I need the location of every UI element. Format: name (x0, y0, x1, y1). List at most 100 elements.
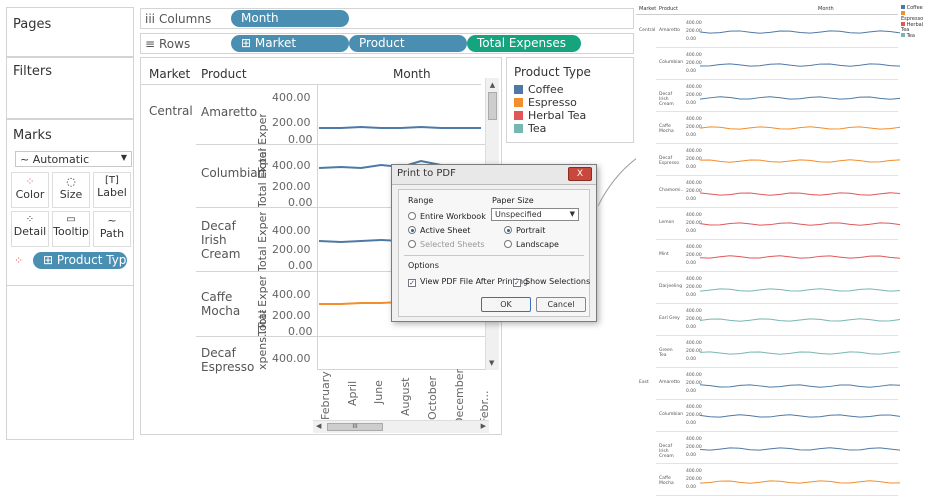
preview-market-label: Central (639, 28, 656, 33)
label-icon: [T] (105, 175, 119, 186)
legend-item-herbal-tea[interactable]: Herbal Tea (514, 109, 586, 122)
preview-tick: 0.00 (686, 133, 697, 138)
pdf-preview: Market Product Month Coffee Espresso Her… (636, 2, 928, 502)
radio-selected-icon (504, 226, 512, 234)
preview-product-label: Mint (659, 252, 669, 257)
legend-swatch (514, 111, 523, 120)
preview-line (700, 384, 900, 388)
month-pill[interactable]: Month (231, 10, 349, 27)
preview-line (700, 351, 900, 355)
opt-show-selections[interactable]: ✓ Show Selections (513, 277, 590, 287)
path-button[interactable]: ~ Path (93, 211, 131, 247)
preview-line (700, 63, 900, 67)
total-expenses-pill[interactable]: Total Expenses (467, 35, 581, 52)
preview-product-label: Columbian (659, 412, 684, 417)
left-panel-empty (6, 286, 134, 440)
ok-button[interactable]: OK (481, 297, 531, 312)
path-icon: ~ (107, 214, 117, 227)
legend-item-espresso[interactable]: Espresso (514, 96, 577, 109)
line-mark-icon: ~ (20, 153, 30, 166)
cancel-button[interactable]: Cancel (536, 297, 586, 312)
orient-landscape[interactable]: Landscape (504, 240, 559, 249)
preview-tick: 0.00 (686, 197, 697, 202)
paper-size-select[interactable]: Unspecified ▼ (491, 208, 579, 221)
preview-tick: 0.00 (686, 357, 697, 362)
rows-shelf[interactable]: ≡ Rows ⊞ Market Product Total Expenses (140, 33, 634, 54)
product-pill[interactable]: Product (349, 35, 467, 52)
scroll-up-icon[interactable]: ▲ (486, 81, 499, 89)
detail-button[interactable]: ⁘ Detail (11, 211, 49, 247)
product-type-color-pill[interactable]: ⊞ Product Type (33, 252, 134, 269)
columns-label: Columns (159, 12, 212, 26)
detail-icon: ⁘ (25, 214, 35, 225)
marks-card: Marks ~ Automatic ▼ ⁘ Color ◌ Size [T] L… (6, 119, 134, 286)
preview-legend-tea: Tea (901, 33, 928, 39)
line-decaf-irish-cream (318, 238, 402, 244)
range-selected-sheets[interactable]: Selected Sheets (408, 240, 485, 249)
month-label-aug: August (399, 377, 412, 417)
columns-shelf[interactable]: iii Columns Month (140, 8, 634, 29)
tooltip-button[interactable]: ▭ Tooltip (52, 211, 90, 247)
legend-item-coffee[interactable]: Coffee (514, 83, 564, 96)
horizontal-scrollbar[interactable]: ◀ III ▶ (313, 420, 489, 433)
checkbox-checked-icon: ✓ (408, 279, 416, 287)
filters-shelf[interactable]: Filters (6, 57, 134, 119)
scroll-down-icon[interactable]: ▼ (489, 359, 494, 367)
month-label-dec: December (453, 368, 466, 426)
preview-line (700, 447, 900, 451)
legend-item-tea[interactable]: Tea (514, 122, 546, 135)
preview-product-label: Decaf Irish Cream (659, 444, 674, 459)
legend-swatch (514, 98, 523, 107)
color-pill-icon: ⁘ (14, 254, 24, 267)
preview-tick: 0.00 (686, 261, 697, 266)
preview-line (700, 192, 900, 196)
dialog-title: Print to PDF (392, 165, 596, 185)
preview-line (700, 96, 900, 100)
vertical-scroll-thumb[interactable] (488, 92, 497, 120)
orient-portrait[interactable]: Portrait (504, 226, 545, 235)
preview-line (700, 414, 900, 418)
line-caffe-mocha (319, 301, 402, 305)
month-label-jun: June (372, 380, 385, 404)
horizontal-scroll-thumb[interactable]: III (327, 423, 383, 431)
preview-tick: 0.00 (686, 293, 697, 298)
preview-product-label: Darjeeling (659, 284, 683, 289)
preview-product-label: Decaf Irish Cream (659, 92, 674, 107)
preview-product-label: Caffe Mocha (659, 476, 674, 486)
preview-product-label: Earl Grey (659, 316, 680, 321)
color-button[interactable]: ⁘ Color (11, 172, 49, 208)
filters-label: Filters (13, 64, 52, 79)
scroll-right-icon[interactable]: ▶ (481, 422, 486, 430)
preview-line (700, 255, 900, 259)
paper-size-label: Paper Size (492, 196, 534, 205)
preview-tick: 0.00 (686, 37, 697, 42)
scroll-left-icon[interactable]: ◀ (316, 422, 321, 430)
preview-legend-espresso: Espresso (901, 11, 928, 22)
preview-product-label: Lemon (659, 220, 675, 225)
opt-view-pdf[interactable]: ✓ View PDF File After Printing (408, 277, 528, 287)
radio-icon (408, 212, 416, 220)
columns-icon: iii (145, 12, 156, 26)
label-button[interactable]: [T] Label (93, 172, 131, 208)
radio-icon (408, 240, 416, 248)
options-divider (404, 255, 584, 256)
size-icon: ◌ (66, 175, 76, 188)
color-icon: ⁘ (25, 175, 35, 188)
mark-type-dropdown[interactable]: ~ Automatic ▼ (15, 151, 132, 167)
pages-label: Pages (13, 17, 52, 32)
preview-tick: 0.00 (686, 485, 697, 490)
print-to-pdf-dialog: Print to PDF X Range Entire Workbook Act… (391, 164, 597, 322)
preview-tick: 0.00 (686, 421, 697, 426)
preview-tick: 0.00 (686, 229, 697, 234)
range-active-sheet[interactable]: Active Sheet (408, 226, 470, 235)
range-entire-workbook[interactable]: Entire Workbook (408, 212, 486, 221)
marks-label: Marks (13, 128, 52, 143)
pages-shelf[interactable]: Pages (6, 7, 134, 57)
size-button[interactable]: ◌ Size (52, 172, 90, 208)
market-pill[interactable]: ⊞ Market (231, 35, 349, 52)
preview-line (700, 126, 900, 130)
preview-tick: 0.00 (686, 69, 697, 74)
close-button[interactable]: X (568, 167, 592, 181)
preview-line (700, 222, 900, 226)
preview-header-product: Product (659, 6, 678, 12)
